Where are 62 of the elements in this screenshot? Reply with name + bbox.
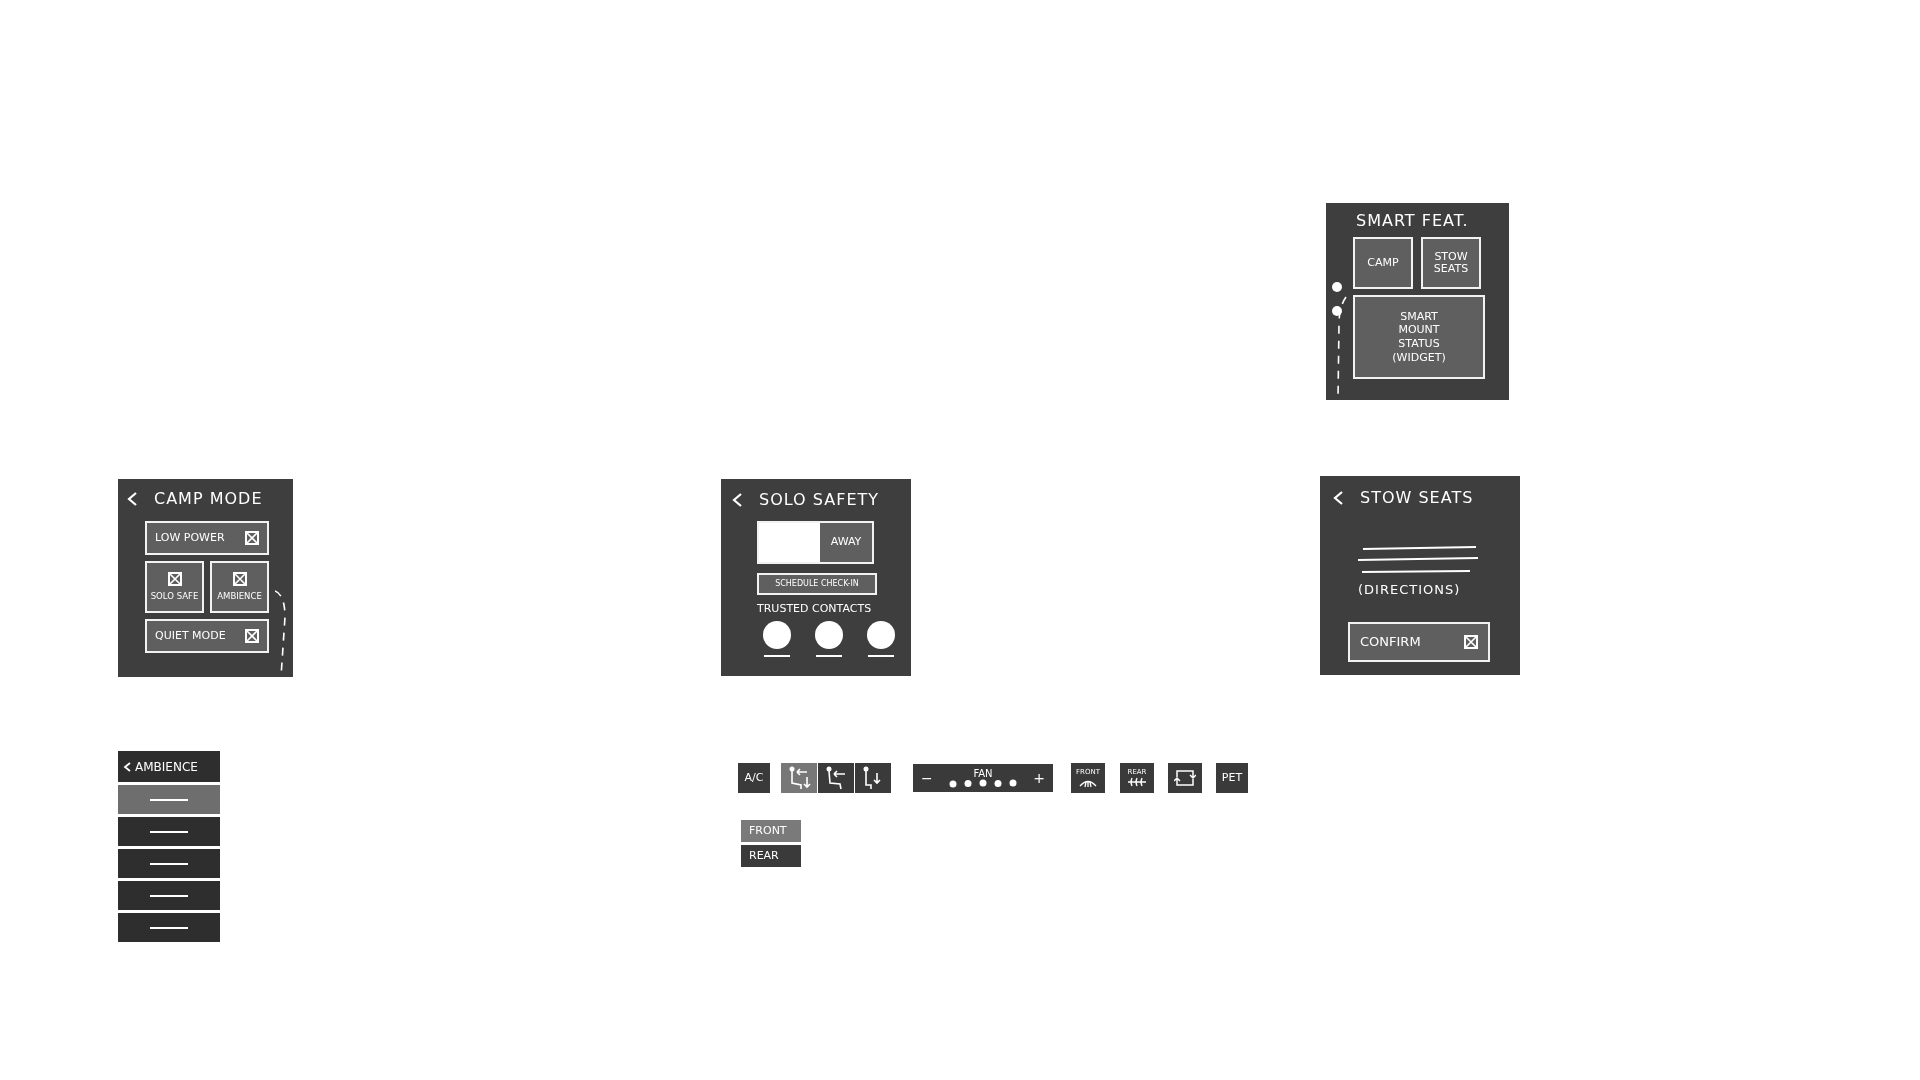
option-button[interactable]: LOW POWER — [145, 521, 269, 555]
screen-title: SOLO SAFETY — [759, 489, 880, 511]
seat-icon — [824, 765, 848, 791]
confirm-button[interactable]: CONFIRM — [1348, 622, 1490, 662]
back-icon[interactable] — [123, 761, 131, 772]
contact-avatar[interactable] — [763, 621, 791, 649]
option-button[interactable]: QUIET MODE — [145, 619, 269, 653]
placeholder-line — [150, 862, 188, 865]
list-item[interactable] — [118, 881, 220, 910]
away-toggle[interactable]: AWAY — [757, 521, 874, 564]
name-line — [816, 655, 842, 657]
name-line — [868, 655, 894, 657]
seat-button[interactable] — [818, 763, 854, 793]
button-label: CONFIRM — [1360, 633, 1421, 652]
option-tile[interactable]: SOLO SAFE — [145, 561, 204, 613]
list-title: AMBIENCE — [135, 758, 198, 776]
placeholder-line — [150, 926, 188, 929]
recirculate-button[interactable] — [1168, 763, 1202, 793]
list-item[interactable] — [118, 913, 220, 942]
name-line — [764, 655, 790, 657]
placeholder-line — [150, 830, 188, 833]
screen-title: CAMP MODE — [154, 488, 263, 510]
feature-tile[interactable]: CAMP — [1353, 237, 1413, 289]
list-item[interactable] — [118, 817, 220, 846]
placeholder-line — [150, 894, 188, 897]
contact-avatar[interactable] — [867, 621, 895, 649]
close-box-icon — [232, 571, 247, 586]
contact-avatar[interactable] — [815, 621, 843, 649]
decrease-button[interactable]: − — [921, 767, 933, 789]
placeholder-line — [150, 798, 188, 801]
rear-heat-icon — [1127, 777, 1147, 787]
close-box-icon — [245, 629, 259, 643]
zone-button[interactable]: REAR — [741, 845, 801, 867]
close-box-icon — [245, 531, 259, 545]
option-label: LOW POWER — [155, 529, 225, 546]
seat-button[interactable] — [855, 763, 891, 793]
back-icon[interactable] — [126, 491, 138, 507]
climate-button[interactable]: A/C — [738, 763, 770, 793]
back-icon[interactable] — [731, 492, 743, 508]
close-box-icon — [1464, 635, 1478, 649]
seat-icon — [787, 765, 811, 791]
option-label: AMBIENCE — [217, 589, 262, 603]
zone-button[interactable]: FRONT — [741, 820, 801, 842]
increase-button[interactable]: + — [1033, 767, 1045, 789]
screen-title: STOW SEATS — [1360, 487, 1474, 509]
feature-tile[interactable]: STOW SEATS — [1421, 237, 1481, 289]
close-box-icon — [167, 571, 182, 586]
schedule-button[interactable]: SCHEDULE CHECK-IN — [757, 573, 877, 595]
climate-button[interactable]: PET — [1216, 763, 1248, 793]
option-tile[interactable]: AMBIENCE — [210, 561, 269, 613]
widget-label: SMART MOUNT STATUS (WIDGET) — [1392, 309, 1446, 365]
screen-title: SMART FEAT. — [1356, 210, 1469, 232]
back-icon[interactable] — [1332, 490, 1344, 506]
option-label: QUIET MODE — [155, 627, 226, 644]
directions-text: (DIRECTIONS) — [1358, 581, 1461, 599]
fan-label: FAN — [973, 768, 993, 779]
recirculate-icon — [1174, 768, 1196, 788]
speed-dots-icon — [948, 778, 1018, 788]
section-label: TRUSTED CONTACTS — [757, 601, 872, 617]
toggle-label: AWAY — [820, 523, 872, 562]
list-item[interactable] — [118, 849, 220, 878]
option-label: SOLO SAFE — [150, 589, 199, 603]
